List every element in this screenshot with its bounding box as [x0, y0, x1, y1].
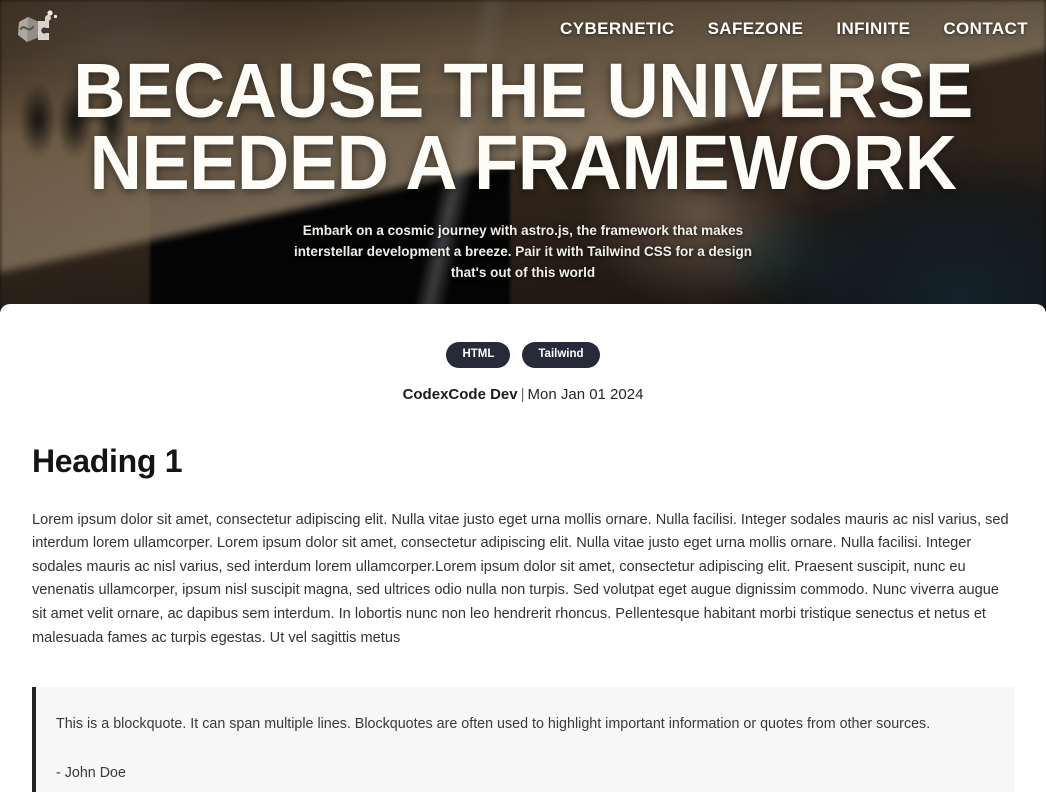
post-byline: CodexCode Dev | Mon Jan 01 2024 — [32, 386, 1014, 403]
hero-title-line-2: NEEDED A FRAMEWORK — [89, 119, 957, 206]
post-date: Mon Jan 01 2024 — [527, 385, 644, 403]
hero-content: BECAUSE THE UNIVERSE NEEDED A FRAMEWORK … — [0, 48, 1046, 284]
blockquote-attribution: - John Doe — [56, 765, 126, 782]
byline-separator: | — [520, 385, 525, 403]
hero-section: CYBERNETIC SAFEZONE INFINITE CONTACT BEC… — [0, 0, 1046, 312]
tag-html[interactable]: HTML — [446, 342, 511, 368]
tag-tailwind[interactable]: Tailwind — [522, 342, 600, 368]
post-author: CodexCode Dev — [402, 385, 518, 403]
navigation-bar: CYBERNETIC SAFEZONE INFINITE CONTACT — [0, 0, 1046, 58]
hero-subtitle: Embark on a cosmic journey with astro.js… — [293, 223, 753, 281]
puzzle-pieces-logo-icon[interactable] — [14, 9, 58, 49]
article-heading: Heading 1 — [32, 442, 183, 479]
tag-list: HTML Tailwind — [32, 304, 1014, 368]
nav-link-cybernetic[interactable]: CYBERNETIC — [560, 19, 675, 39]
nav-links: CYBERNETIC SAFEZONE INFINITE CONTACT — [560, 19, 1030, 39]
hero-title: BECAUSE THE UNIVERSE NEEDED A FRAMEWORK — [69, 48, 977, 206]
article-body: Heading 1 Lorem ipsum dolor sit amet, co… — [32, 443, 1014, 792]
nav-link-safezone[interactable]: SAFEZONE — [708, 19, 804, 39]
hero-title-line-1: BECAUSE THE UNIVERSE — [73, 48, 973, 134]
nav-link-infinite[interactable]: INFINITE — [836, 19, 910, 39]
article-paragraph: Lorem ipsum dolor sit amet, consectetur … — [32, 511, 1009, 646]
blockquote-text: This is a blockquote. It can span multip… — [56, 716, 931, 733]
article-panel: HTML Tailwind CodexCode Dev | Mon Jan 01 2… — [0, 304, 1046, 792]
article-blockquote: This is a blockquote. It can span multip… — [32, 687, 1014, 792]
nav-link-contact[interactable]: CONTACT — [943, 19, 1028, 39]
